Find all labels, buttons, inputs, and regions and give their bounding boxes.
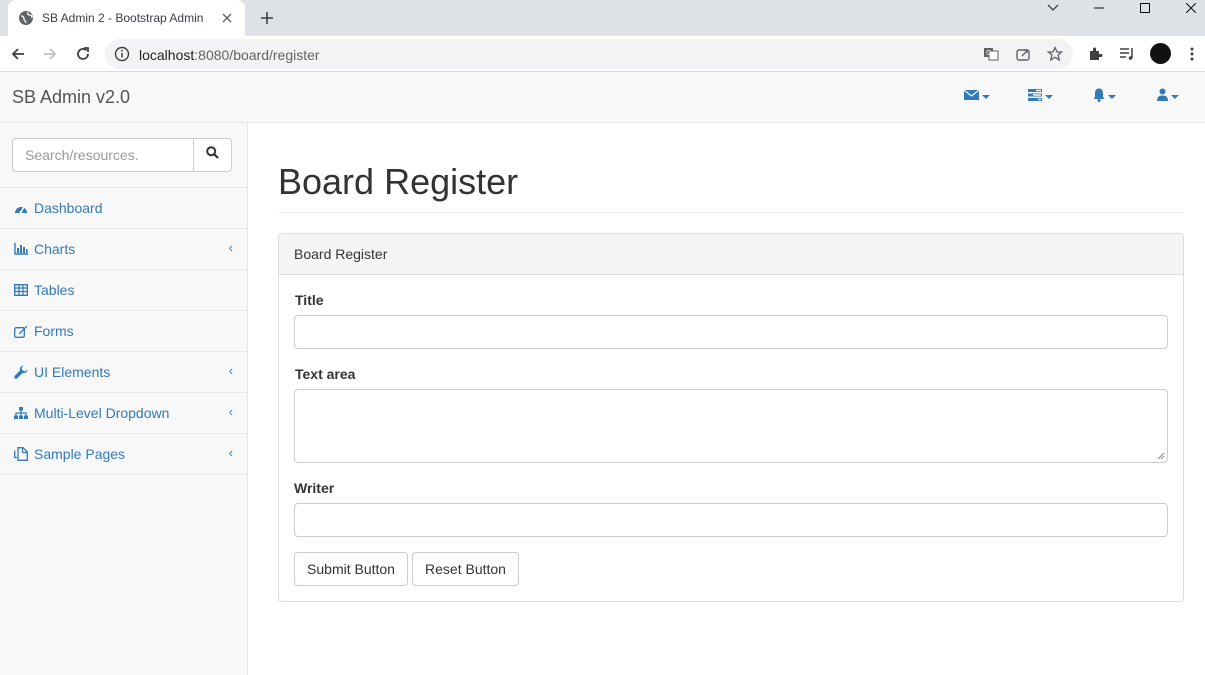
sidebar-item-label: Forms xyxy=(34,323,74,339)
tasks-icon xyxy=(1028,88,1042,106)
search-input[interactable] xyxy=(12,138,194,172)
files-icon xyxy=(14,447,28,461)
sidebar-item-charts[interactable]: Charts ‹ xyxy=(0,229,247,270)
messages-dropdown[interactable] xyxy=(963,88,990,106)
bar-chart-icon xyxy=(14,242,28,256)
writer-field[interactable] xyxy=(294,503,1168,537)
reload-button[interactable] xyxy=(71,42,95,66)
title-divider xyxy=(278,212,1184,213)
profile-avatar[interactable] xyxy=(1150,43,1171,64)
caret-icon xyxy=(1171,95,1179,99)
bell-icon xyxy=(1093,88,1105,107)
dashboard-icon xyxy=(14,201,28,215)
sidebar: Dashboard Charts ‹ Tables Forms UI Eleme… xyxy=(0,123,248,675)
page-title: Board Register xyxy=(278,161,519,202)
extensions-icon[interactable] xyxy=(1085,44,1105,64)
menu-dots-icon[interactable] xyxy=(1182,44,1202,64)
app-navbar: SB Admin v2.0 xyxy=(0,72,1205,123)
window-close-button[interactable] xyxy=(1181,0,1201,16)
browser-tabstrip: SB Admin 2 - Bootstrap Admin xyxy=(0,0,1205,36)
sidebar-item-ui-elements[interactable]: UI Elements ‹ xyxy=(0,352,247,393)
resize-handle-icon[interactable] xyxy=(1157,452,1165,460)
minimize-button[interactable] xyxy=(1089,0,1109,16)
textarea-label: Text area xyxy=(295,366,356,382)
sidebar-item-multi-level-dropdown[interactable]: Multi-Level Dropdown ‹ xyxy=(0,393,247,434)
alerts-dropdown[interactable] xyxy=(1093,88,1116,107)
browser-toolbar: localhost:8080/board/register G xyxy=(0,36,1205,72)
forward-button[interactable] xyxy=(38,42,62,66)
text-area-field[interactable] xyxy=(294,389,1168,463)
translate-icon[interactable]: G xyxy=(983,46,999,62)
submit-button[interactable]: Submit Button xyxy=(294,552,408,586)
caret-icon xyxy=(982,95,990,99)
svg-text:G: G xyxy=(986,49,991,57)
tab-search-icon[interactable] xyxy=(1043,0,1063,16)
url-path: :8080/board/register xyxy=(194,47,320,63)
share-icon[interactable] xyxy=(1015,46,1031,62)
chevron-left-icon: ‹ xyxy=(228,404,233,419)
address-bar[interactable]: localhost:8080/board/register G xyxy=(105,39,1073,69)
media-queue-icon[interactable] xyxy=(1117,44,1137,64)
sidebar-item-label: Sample Pages xyxy=(34,446,126,462)
browser-tab[interactable]: SB Admin 2 - Bootstrap Admin xyxy=(8,0,245,36)
sidebar-item-dashboard[interactable]: Dashboard xyxy=(0,188,247,229)
panel-heading: Board Register xyxy=(279,234,1183,275)
sitemap-icon xyxy=(14,406,28,420)
sidebar-item-label: Charts xyxy=(34,241,76,257)
close-icon[interactable] xyxy=(219,10,235,26)
chevron-left-icon: ‹ xyxy=(228,240,233,255)
sidebar-item-forms[interactable]: Forms xyxy=(0,311,247,352)
board-register-panel: Board Register Title Text area Writer Su… xyxy=(278,233,1184,602)
title-label: Title xyxy=(295,292,324,308)
sidebar-search xyxy=(0,123,247,188)
globe-icon xyxy=(18,10,34,26)
tab-title: SB Admin 2 - Bootstrap Admin xyxy=(42,11,204,25)
sidebar-item-label: Tables xyxy=(34,282,75,298)
chevron-left-icon: ‹ xyxy=(228,445,233,460)
wrench-icon xyxy=(14,365,28,379)
caret-icon xyxy=(1108,95,1116,99)
brand-title[interactable]: SB Admin v2.0 xyxy=(12,87,130,108)
envelope-icon xyxy=(963,88,980,106)
user-dropdown[interactable] xyxy=(1157,88,1179,106)
back-button[interactable] xyxy=(6,42,30,66)
chevron-left-icon: ‹ xyxy=(228,363,233,378)
caret-icon xyxy=(1045,95,1053,99)
info-icon[interactable] xyxy=(114,46,130,62)
sidebar-item-sample-pages[interactable]: Sample Pages ‹ xyxy=(0,434,247,475)
sidebar-item-tables[interactable]: Tables xyxy=(0,270,247,311)
title-field[interactable] xyxy=(294,315,1168,349)
maximize-button[interactable] xyxy=(1135,0,1155,16)
table-icon xyxy=(14,283,28,297)
new-tab-button[interactable] xyxy=(256,7,278,29)
search-icon xyxy=(206,146,219,164)
user-icon xyxy=(1157,88,1168,106)
edit-icon xyxy=(14,324,28,338)
reset-button[interactable]: Reset Button xyxy=(412,552,519,586)
bookmark-star-icon[interactable] xyxy=(1047,46,1063,62)
sidebar-item-label: Dashboard xyxy=(34,200,103,216)
url-host: localhost xyxy=(139,47,195,63)
url-text: localhost:8080/board/register xyxy=(139,47,320,63)
search-button[interactable] xyxy=(193,138,232,172)
sidebar-item-label: UI Elements xyxy=(34,364,111,380)
tasks-dropdown[interactable] xyxy=(1028,89,1053,105)
sidebar-item-label: Multi-Level Dropdown xyxy=(34,405,170,421)
writer-label: Writer xyxy=(294,480,335,496)
